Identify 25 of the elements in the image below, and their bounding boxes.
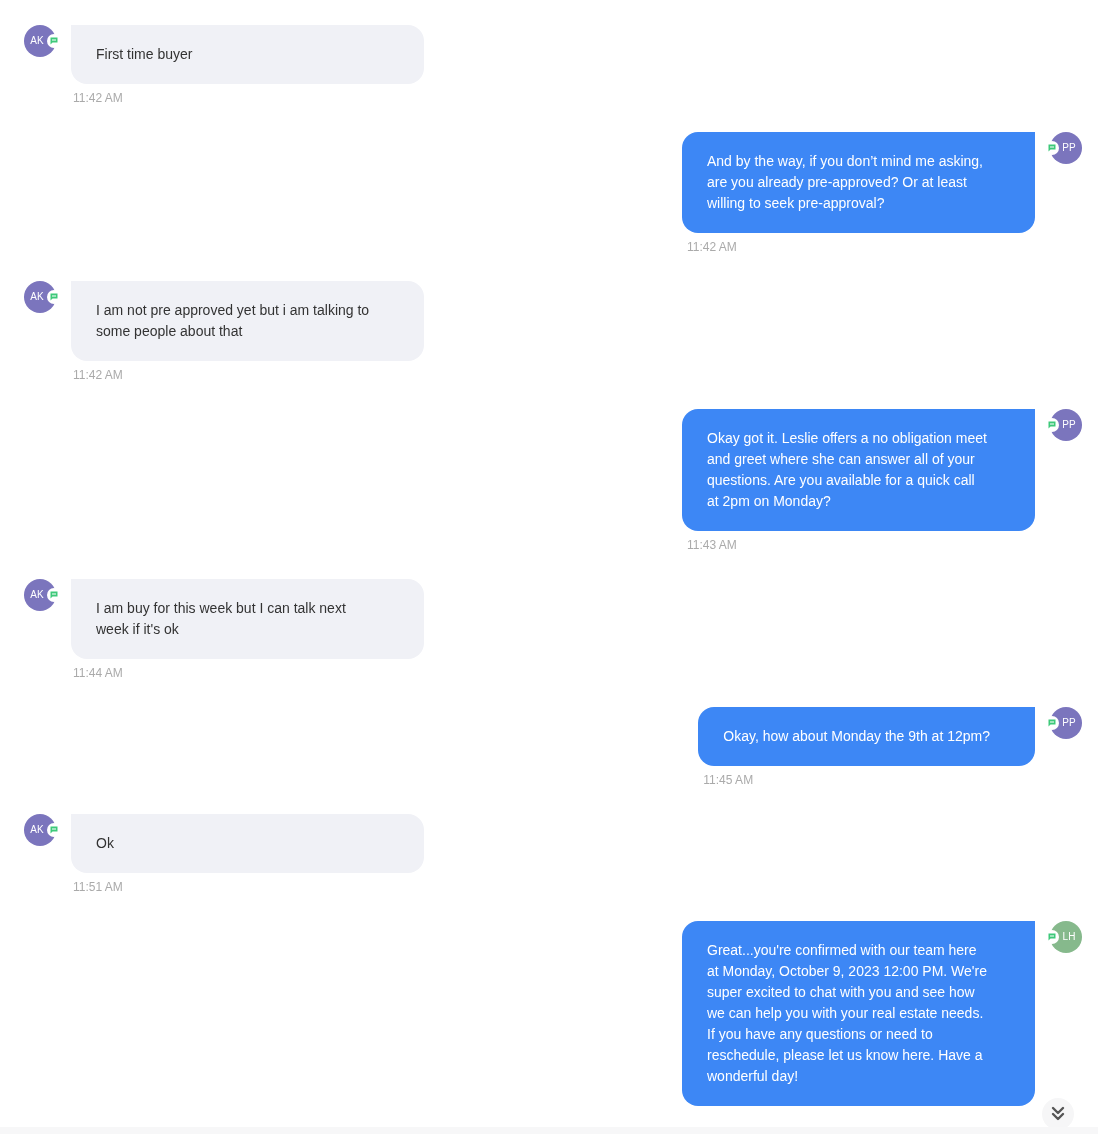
message-time: 11:42 AM (686, 240, 737, 254)
message-time: 11:42 AM (72, 91, 123, 105)
chat-badge-icon (47, 34, 61, 48)
chat-badge-icon (47, 823, 61, 837)
chat-badge-icon (1045, 418, 1059, 432)
chat-badge-icon (47, 290, 61, 304)
message-time: 11:42 AM (72, 368, 123, 382)
message-bubble: Great...you're confirmed with our team here at Monday, October 9, 2023 12:00 PM. We're super excited to chat with you and see how we can help you with your real estate needs. If you have any questions or need to reschedule, please let us know here. Have a wonderful day! (682, 921, 1035, 1106)
message-bubble: First time buyer (71, 25, 424, 84)
message-bubble: I am buy for this week but I can talk next week if it's ok (71, 579, 424, 659)
message-time: 11:51 AM (72, 880, 123, 894)
message-bubble: Okay got it. Leslie offers a no obligation meet and greet where she can answer all of your questions. Are you available for a quick call at 2pm on Monday? (682, 409, 1035, 531)
message-bubble: And by the way, if you don’t mind me asking, are you already pre-approved? Or at least willing to seek pre-approval? (682, 132, 1035, 233)
message-bubble: I am not pre approved yet but i am talking to some people about that (71, 281, 424, 361)
message-time: 11:43 AM (686, 538, 737, 552)
chat-badge-icon (1045, 141, 1059, 155)
scroll-down-button[interactable] (1042, 1098, 1074, 1130)
message-time: 11:45 AM (702, 773, 754, 787)
message-bubble: Ok (71, 814, 424, 873)
chat-badge-icon (1045, 716, 1059, 730)
message-bubble: Okay, how about Monday the 9th at 12pm? (698, 707, 1035, 766)
chat-badge-icon (47, 588, 61, 602)
chat-badge-icon (1045, 930, 1059, 944)
message-time: 11:44 AM (72, 666, 123, 680)
double-chevron-down-icon (1051, 1106, 1065, 1122)
